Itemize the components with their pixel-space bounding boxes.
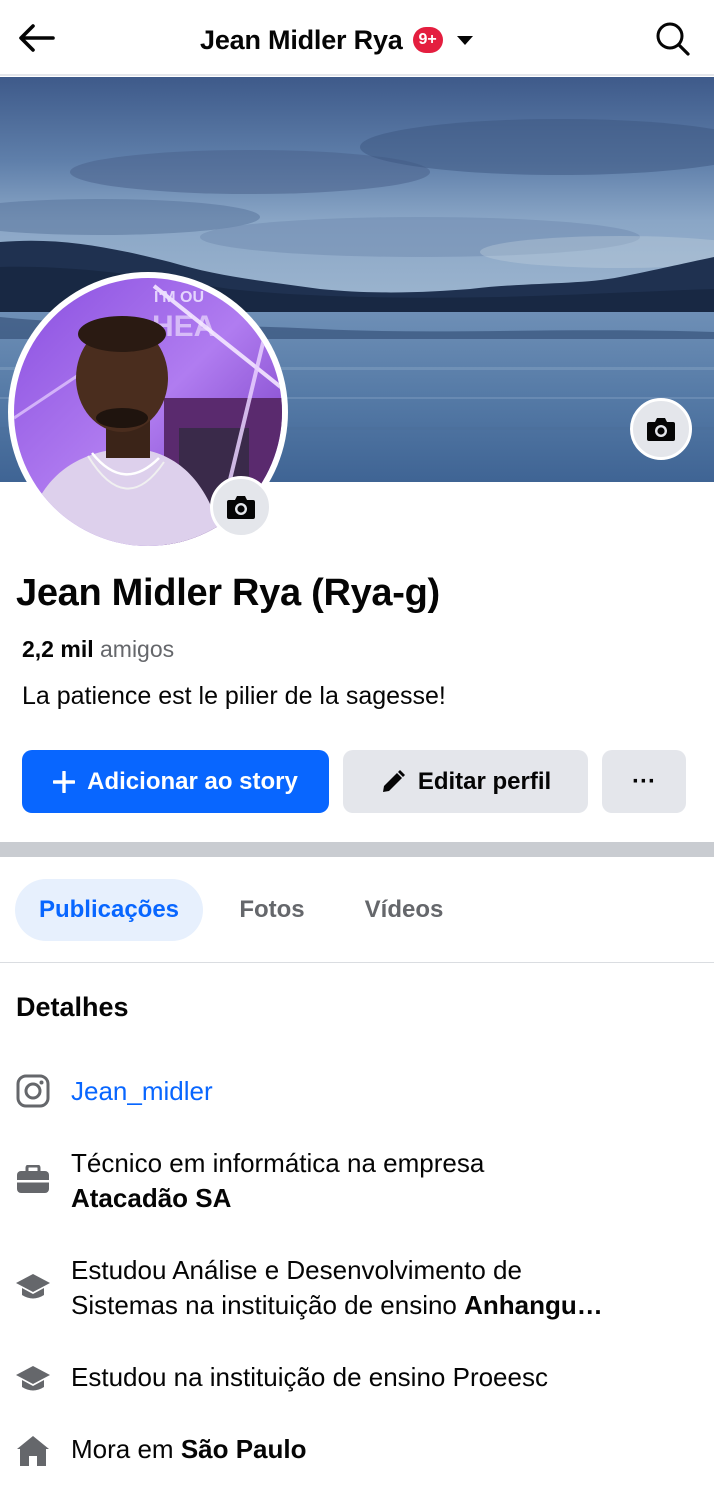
avatar-banner-text: I'M OU <box>154 289 204 306</box>
edit-profile-picture-button[interactable] <box>210 476 272 538</box>
more-options-button[interactable]: ··· <box>602 750 686 813</box>
back-button[interactable] <box>14 18 58 58</box>
profile-name: Jean Midler Rya (Rya-g) <box>16 572 440 614</box>
profile-bio: La patience est le pilier de la sagesse! <box>22 682 446 710</box>
page-title: Jean Midler Rya <box>200 24 403 55</box>
study1-line1: Estudou Análise e Desenvolvimento de <box>71 1255 522 1285</box>
instagram-link[interactable]: Jean_midler <box>71 1074 691 1109</box>
add-to-story-label: Adicionar ao story <box>87 767 298 795</box>
section-divider <box>0 842 714 857</box>
pencil-icon <box>382 769 405 792</box>
instagram-icon <box>14 1072 52 1110</box>
friends-count-value: 2,2 mil <box>22 636 94 662</box>
top-app-bar: Jean Midler Rya 9+ <box>0 0 714 76</box>
search-icon <box>656 22 690 56</box>
search-button[interactable] <box>652 18 694 60</box>
plus-icon <box>53 770 76 793</box>
arrow-left-icon <box>19 24 55 52</box>
camera-icon <box>647 418 675 441</box>
friends-count[interactable]: 2,2 mil amigos <box>22 636 174 663</box>
details-heading: Detalhes <box>16 992 129 1022</box>
edit-profile-label: Editar perfil <box>417 767 552 795</box>
lives-prefix: Mora em <box>71 1434 174 1464</box>
edit-profile-button[interactable]: Editar perfil <box>343 750 588 813</box>
graduation-cap-icon <box>14 1268 52 1306</box>
profile-switcher[interactable]: Jean Midler Rya 9+ <box>200 20 473 60</box>
add-to-story-button[interactable]: Adicionar ao story <box>22 750 329 813</box>
lives-city[interactable]: São Paulo <box>181 1434 307 1464</box>
friends-label: amigos <box>100 636 175 662</box>
work-company[interactable]: Atacadão SA <box>71 1183 231 1213</box>
home-icon <box>14 1432 52 1470</box>
work-prefix: Técnico em informática na empresa <box>71 1148 485 1178</box>
more-dots-icon: ··· <box>632 767 656 795</box>
study2-text: Estudou na instituição de ensino Proeesc <box>71 1362 548 1392</box>
tabs-divider <box>0 962 714 963</box>
notification-badge: 9+ <box>412 27 443 53</box>
tab-publicacoes[interactable]: Publicações <box>15 879 203 941</box>
briefcase-icon <box>14 1161 52 1199</box>
study1-line2: Sistemas na instituição de ensino <box>71 1290 457 1320</box>
edit-cover-photo-button[interactable] <box>630 398 692 460</box>
study1-school[interactable]: Anhangu… <box>464 1290 603 1320</box>
graduation-cap-icon <box>14 1360 52 1398</box>
tab-fotos[interactable]: Fotos <box>220 879 324 941</box>
camera-icon <box>227 496 255 519</box>
chevron-down-icon <box>456 35 473 45</box>
tab-videos[interactable]: Vídeos <box>344 879 464 941</box>
